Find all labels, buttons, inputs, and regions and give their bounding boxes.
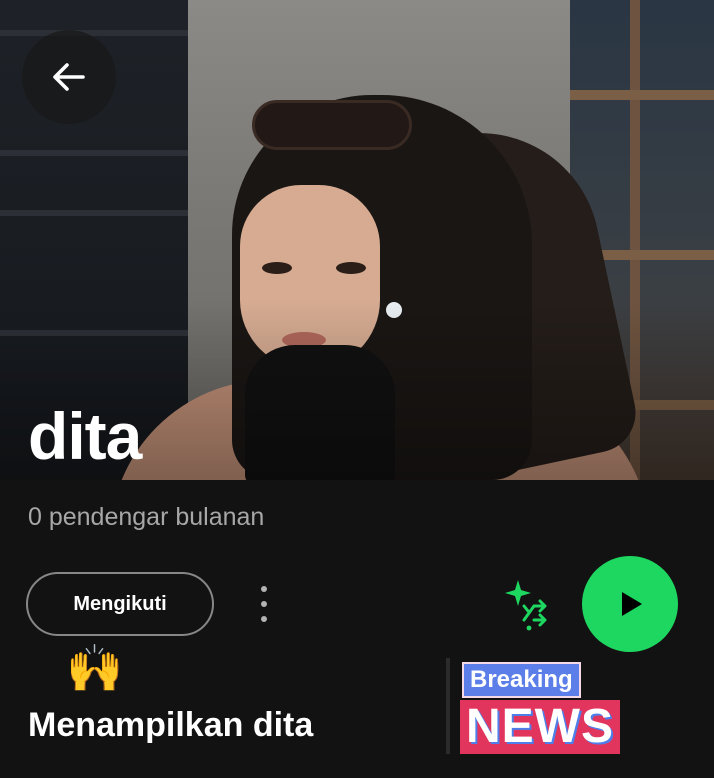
more-options-button[interactable]	[250, 582, 278, 626]
monthly-listeners: 0 pendengar bulanan	[28, 503, 265, 531]
play-button[interactable]	[582, 556, 678, 652]
more-vertical-icon	[261, 586, 267, 592]
breaking-label: Breaking	[462, 662, 581, 698]
artist-name: dita	[28, 399, 142, 473]
artist-hero-image: dita	[0, 0, 714, 480]
artist-photo-sunglasses	[252, 100, 412, 150]
smart-shuffle-icon	[505, 580, 547, 631]
play-icon	[622, 592, 642, 616]
breaking-news-sticker: Breaking NEWS	[446, 658, 646, 758]
section-title: Menampilkan dita	[28, 706, 314, 744]
raised-hands-emoji: 🙌	[66, 641, 124, 695]
smart-shuffle-button[interactable]	[500, 576, 560, 636]
news-label: NEWS	[460, 700, 620, 754]
follow-button[interactable]: Mengikuti	[26, 572, 214, 636]
arrow-left-icon	[53, 63, 85, 91]
back-button[interactable]	[22, 30, 116, 124]
